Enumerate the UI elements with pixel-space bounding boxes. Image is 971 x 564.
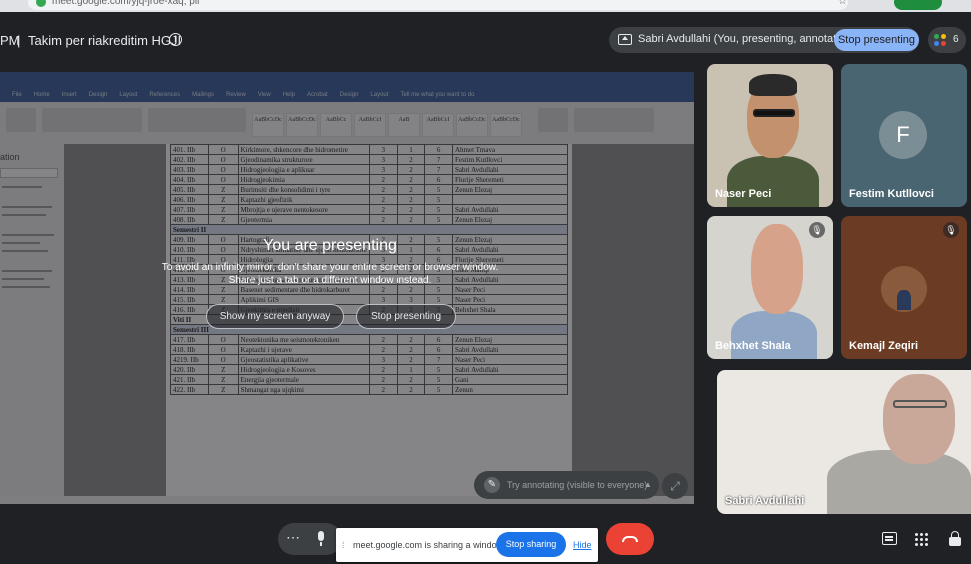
browser-toolbar: meet.google.com/yjq-jroe-xaq; pli ☆ [0,0,971,12]
participant-video [893,400,947,408]
meet-window: meet.google.com/yjq-jroe-xaq; pli ☆ PM |… [0,0,971,564]
microphone-icon[interactable] [312,531,330,547]
bookmark-star-icon[interactable]: ☆ [838,0,847,7]
annotate-pen-icon: ✎ [484,477,500,493]
participant-video [753,109,795,117]
participant-tile-naser-peci[interactable]: Naser Peci [707,64,833,207]
participant-video [897,290,911,310]
expand-icon[interactable]: ⤢ [662,473,688,499]
presenting-status: Sabri Avdullahi (You, presenting, annota… [638,33,855,45]
hang-up-icon [622,536,638,542]
annotate-caret-icon[interactable]: ▲ [644,480,652,489]
participant-video [749,74,797,96]
leave-call-button[interactable] [606,523,654,555]
mic-capsule [318,531,324,541]
participant-video [827,450,971,514]
participant-count: 6 [953,34,959,45]
participant-tile-kemajl-zeqiri[interactable]: 🎙 Kemajl Zeqiri [841,216,967,359]
meeting-title: Takim per riakreditim HGJI [28,33,182,48]
people-icon [934,34,948,46]
participant-name: Kemajl Zeqiri [849,340,919,352]
participant-tile-sabri-avdullahi[interactable]: Sabri Avdullahi [717,370,971,514]
show-screen-anyway-button[interactable]: Show my screen anyway [206,304,344,329]
annotate-label: Try annotating (visible to everyone) [507,480,648,490]
stop-sharing-button[interactable]: Stop sharing [496,532,566,557]
participant-name: Behxhet Shala [715,340,791,352]
lock-body [949,537,961,546]
shared-screen: FileHomeInsertDesignLayoutReferencesMail… [0,72,694,504]
presenting-overlay-title: You are presenting [263,237,397,254]
avatar: F [879,111,927,159]
meet-header: PM | Takim per riakreditim HGJI i Sabri … [0,16,971,64]
info-icon[interactable]: i [169,33,182,46]
drag-handle-icon[interactable]: ⁞ [342,540,345,550]
overlay-stop-presenting-button[interactable]: Stop presenting [356,304,456,329]
presenting-overlay-message-2: Share just a tab or a different window i… [228,275,432,286]
mic-muted-icon: 🎙 [943,222,959,238]
participant-video [751,224,803,314]
sharing-status-text: meet.google.com is sharing a window. [353,540,506,550]
mic-stem [320,542,322,546]
address-bar[interactable]: meet.google.com/yjq-jroe-xaq; pli [28,0,848,10]
more-options-icon[interactable]: ⋯ [284,530,302,547]
mic-muted-icon: 🎙 [809,222,825,238]
participant-name: Sabri Avdullahi [725,495,805,507]
header-separator: | [17,33,21,48]
header-stop-presenting-button[interactable]: Stop presenting [834,29,919,51]
host-controls-lock-icon[interactable] [948,531,962,546]
hide-link[interactable]: Hide [573,540,592,550]
activities-icon[interactable] [915,533,928,546]
presenting-dim-overlay [0,72,694,504]
profile-chip[interactable] [894,0,942,10]
participant-name: Festim Kutllovci [849,188,934,200]
participant-name: Naser Peci [715,188,772,200]
participant-tile-behxhet-shala[interactable]: 🎙 Behxhet Shala [707,216,833,359]
present-screen-icon [618,34,632,45]
participant-video [883,374,955,464]
presenting-overlay-message: To avoid an infinity mirror, don't share… [161,262,499,273]
participant-tile-festim-kutllovci[interactable]: F Festim Kutllovci [841,64,967,207]
chat-icon[interactable] [882,532,897,545]
